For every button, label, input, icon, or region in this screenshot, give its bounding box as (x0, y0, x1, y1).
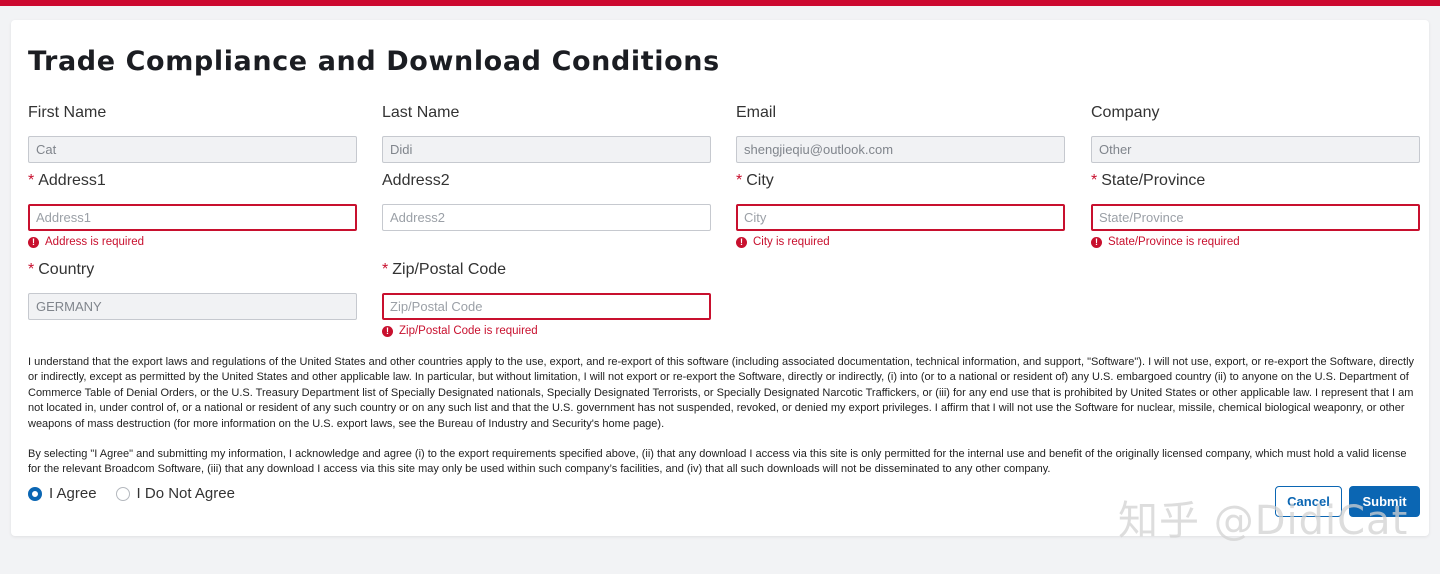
address1-input[interactable] (28, 204, 357, 231)
address1-label: * Address1 (28, 170, 357, 192)
zip-error: ! Zip/Postal Code is required (382, 325, 538, 337)
state-field: *State/Province ! State/Province is requi… (1091, 170, 1420, 248)
address2-label: Address2 (382, 172, 450, 189)
disagree-label: I Do Not Agree (136, 485, 235, 502)
agreement-terms-paragraph: By selecting "I Agree" and submitting my… (28, 448, 1407, 476)
company-field: Company (1091, 102, 1420, 163)
country-label-text: Country (38, 261, 95, 278)
first-name-input[interactable] (28, 136, 357, 163)
agree-option[interactable]: I Agree (28, 485, 97, 502)
email-field: Email (736, 102, 1065, 163)
email-input[interactable] (736, 136, 1065, 163)
required-mark: * (736, 172, 743, 189)
top-accent-bar (0, 0, 1440, 6)
state-error: ! State/Province is required (1091, 236, 1240, 248)
address1-error-text: Address is required (45, 236, 145, 248)
company-label: Company (1091, 104, 1160, 121)
zip-input[interactable] (382, 293, 711, 320)
address2-input[interactable] (382, 204, 711, 231)
zip-label: * Zip/Postal Code (382, 259, 711, 281)
last-name-input[interactable] (382, 136, 711, 163)
agreement-radio-group: I Agree I Do Not Agree (28, 485, 254, 502)
page-title: Trade Compliance and Download Conditions (28, 46, 720, 77)
city-error: ! City is required (736, 236, 830, 248)
state-label-text: State/Province (1101, 172, 1206, 189)
country-label: * Country (28, 259, 357, 281)
city-label-text: City (746, 172, 774, 189)
submit-button[interactable]: Submit (1349, 486, 1420, 517)
country-field: * Country (28, 259, 357, 320)
address1-error: ! Address is required (28, 236, 144, 248)
required-mark: * (1091, 172, 1098, 189)
disagree-option[interactable]: I Do Not Agree (115, 485, 235, 502)
country-input[interactable] (28, 293, 357, 320)
export-terms-paragraph: I understand that the export laws and re… (28, 356, 1415, 430)
company-input[interactable] (1091, 136, 1420, 163)
zip-error-text: Zip/Postal Code is required (399, 325, 538, 337)
last-name-label: Last Name (382, 104, 460, 121)
exclamation-circle-icon: ! (736, 236, 747, 248)
address2-field: Address2 (382, 170, 711, 231)
agree-label: I Agree (49, 485, 97, 502)
email-label: Email (736, 104, 777, 121)
last-name-field: Last Name (382, 102, 711, 163)
city-field: *City ! City is required (736, 170, 1065, 248)
address1-field: *Address1 ! Address is required (28, 170, 357, 248)
city-label: * City (736, 170, 1065, 192)
zip-field: *Zip/Postal Code ! Zip/Postal Code is req… (382, 259, 711, 337)
city-input[interactable] (736, 204, 1065, 231)
exclamation-circle-icon: ! (1091, 236, 1102, 248)
first-name-field: First Name (28, 102, 357, 163)
first-name-label: First Name (28, 104, 107, 121)
exclamation-circle-icon: ! (28, 236, 39, 248)
agree-radio[interactable] (28, 486, 42, 501)
state-input[interactable] (1091, 204, 1420, 231)
required-mark: * (382, 261, 389, 278)
exclamation-circle-icon: ! (382, 325, 393, 337)
required-mark: * (28, 261, 35, 278)
city-error-text: City is required (753, 236, 830, 248)
cancel-button[interactable]: Cancel (1275, 486, 1342, 517)
address1-label-text: Address1 (38, 172, 106, 189)
state-error-text: State/Province is required (1108, 236, 1240, 248)
state-label: * State/Province (1091, 170, 1420, 192)
required-mark: * (28, 172, 35, 189)
zip-label-text: Zip/Postal Code (392, 261, 507, 278)
disagree-radio[interactable] (115, 486, 130, 501)
